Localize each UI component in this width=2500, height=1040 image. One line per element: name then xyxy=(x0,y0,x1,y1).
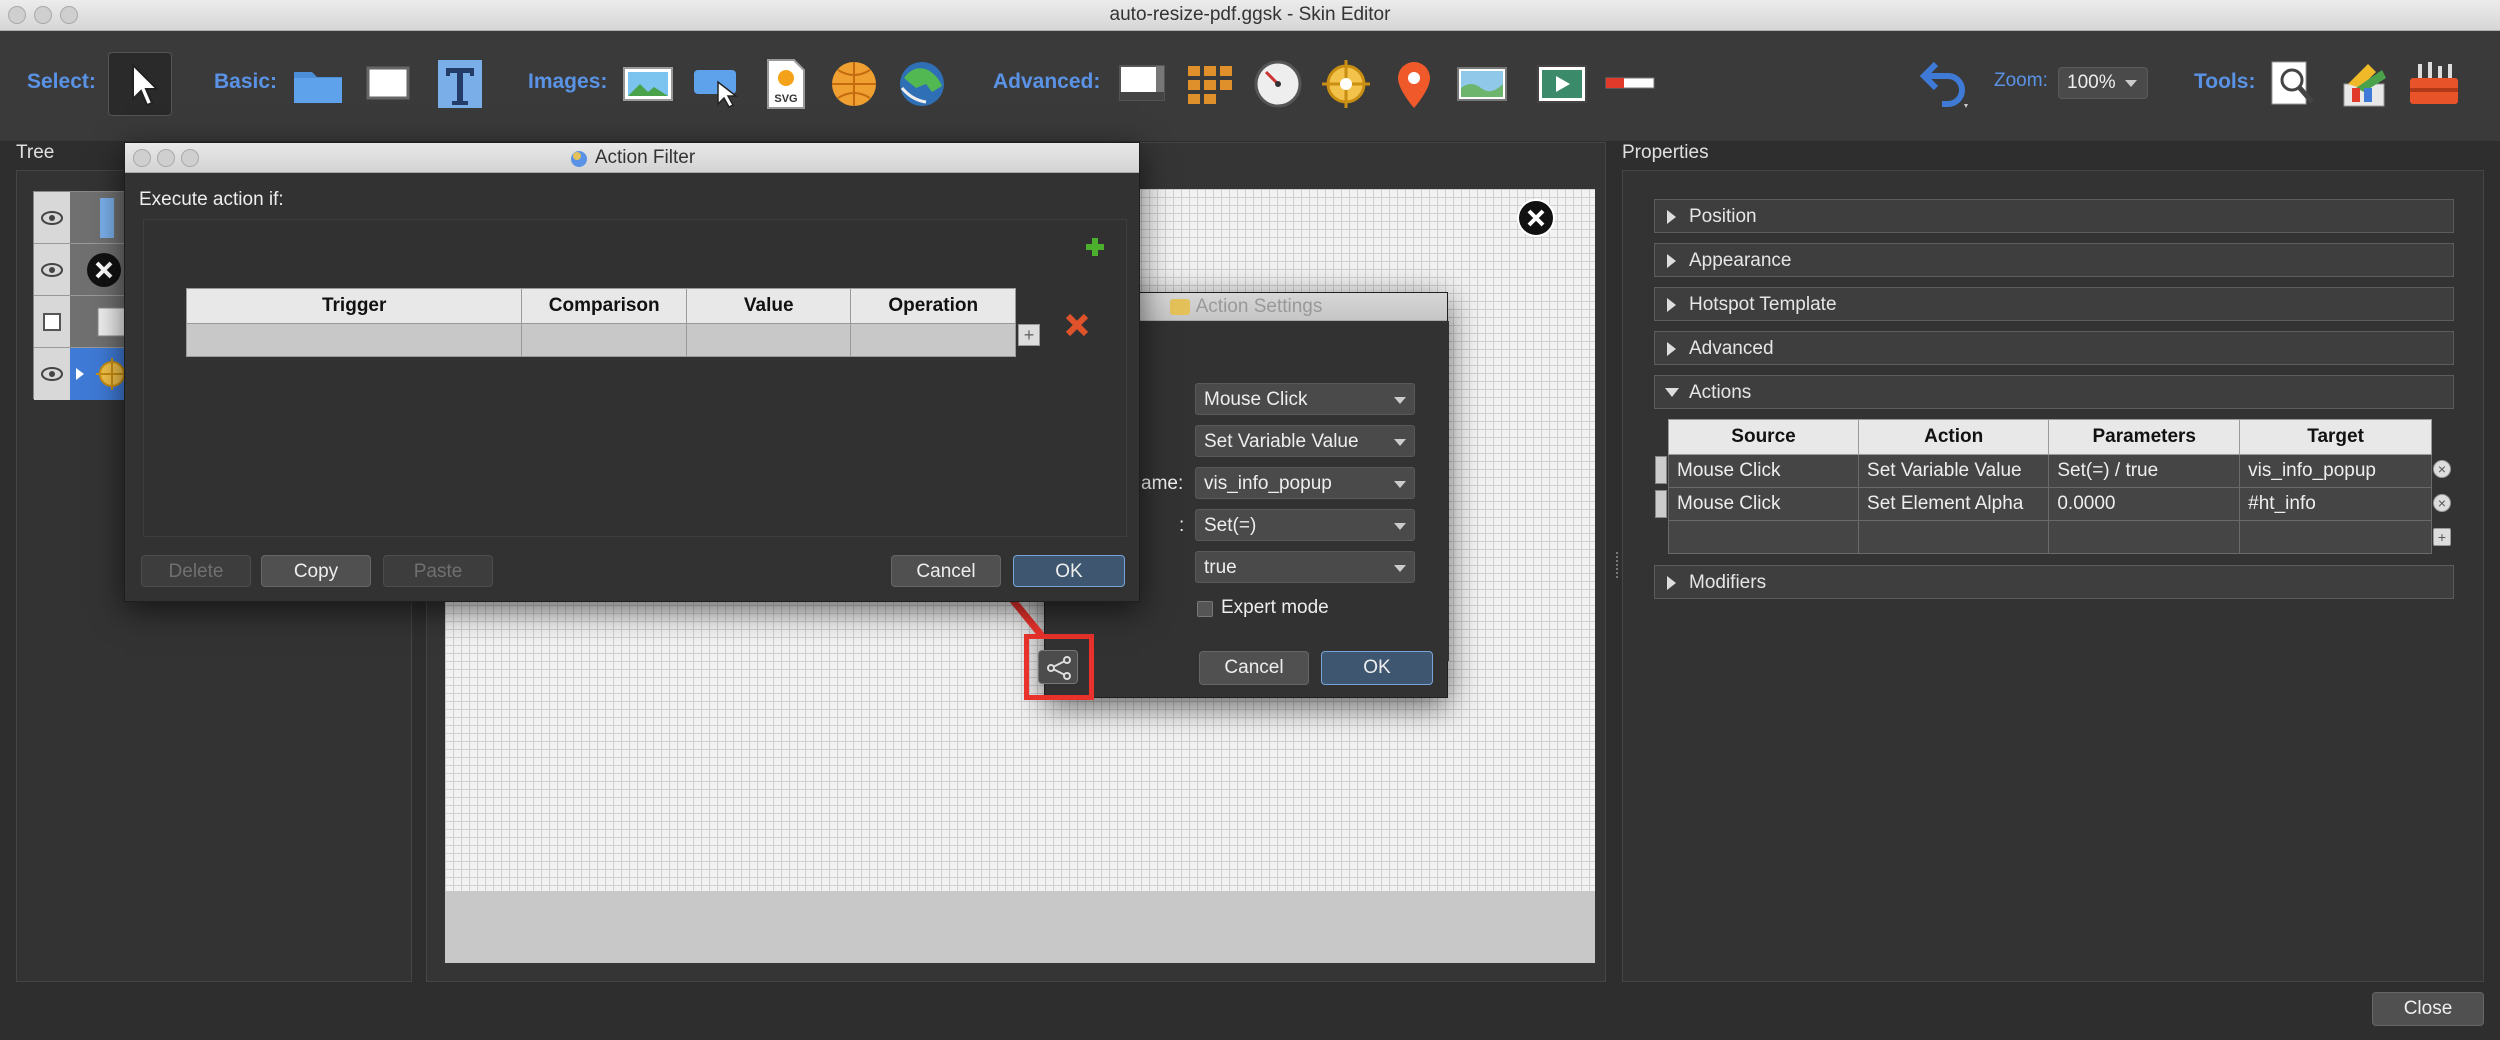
filter-table-header: Trigger Comparison Value Operation xyxy=(185,288,1016,324)
action-filter-cancel-button[interactable]: Cancel xyxy=(891,555,1001,587)
delete-button[interactable]: Delete xyxy=(141,555,251,587)
add-condition-icon[interactable]: + xyxy=(1018,324,1040,346)
plus-icon xyxy=(1086,238,1104,256)
action-filter-ok-button[interactable]: OK xyxy=(1013,555,1125,587)
copy-button[interactable]: Copy xyxy=(261,555,371,587)
minimize-dialog-button[interactable] xyxy=(157,149,175,167)
column-header[interactable]: Comparison xyxy=(521,288,688,324)
table-row[interactable] xyxy=(185,323,1016,357)
column-header[interactable]: Value xyxy=(686,288,852,324)
column-header[interactable]: Trigger xyxy=(185,288,523,324)
close-dialog-button[interactable] xyxy=(133,149,151,167)
filter-group xyxy=(144,220,1126,536)
zoom-dialog-button[interactable] xyxy=(181,149,199,167)
table-cell[interactable] xyxy=(850,323,1016,357)
execute-action-if-label: Execute action if: xyxy=(139,189,284,210)
table-cell[interactable] xyxy=(185,323,523,357)
table-cell[interactable] xyxy=(521,323,688,357)
filter-conditions-area: Trigger Comparison Value Operation + xyxy=(143,219,1127,537)
remove-group-button[interactable] xyxy=(1062,310,1092,340)
table-cell[interactable] xyxy=(686,323,852,357)
dialog-title: Action Filter xyxy=(594,147,696,168)
paste-button[interactable]: Paste xyxy=(383,555,493,587)
remove-x-icon xyxy=(1065,313,1089,337)
action-filter-title-bar: Action Filter xyxy=(125,143,1139,173)
column-header[interactable]: Operation xyxy=(850,288,1016,324)
add-group-button[interactable] xyxy=(1084,236,1106,258)
filter-conditions-table: Trigger Comparison Value Operation xyxy=(185,288,1016,357)
close-editor-button[interactable]: Close xyxy=(2372,992,2484,1026)
action-filter-dialog: Action Filter Execute action if: Trigger… xyxy=(124,142,1140,602)
app-icon xyxy=(570,150,587,167)
